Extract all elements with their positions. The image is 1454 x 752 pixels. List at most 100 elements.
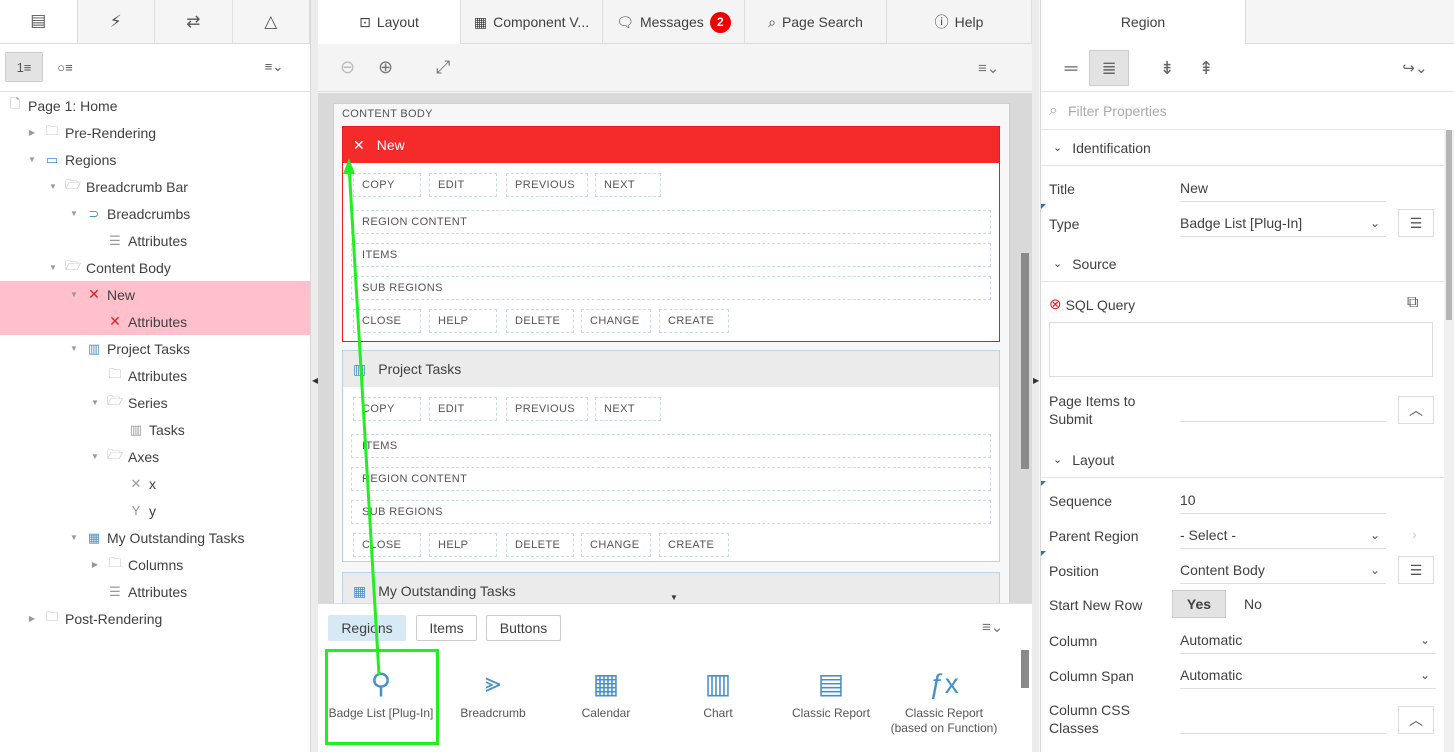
- gallery-item[interactable]: ▥ Chart: [663, 656, 773, 746]
- region-new[interactable]: ✕ New COPY EDIT PREVIOUS NEXT REGION CONTEN…: [342, 126, 1000, 342]
- filter-properties[interactable]: ⌕ Filter Properties: [1041, 92, 1445, 130]
- no-option[interactable]: No: [1226, 590, 1280, 618]
- caret-right-icon[interactable]: ▶: [27, 614, 37, 623]
- button-slot[interactable]: DELETE: [506, 533, 574, 557]
- tree-node[interactable]: ▥ Tasks: [0, 416, 310, 443]
- column-select[interactable]: Automatic ⌄: [1180, 626, 1436, 654]
- chevron-right-icon[interactable]: ›: [1412, 526, 1417, 542]
- button-slot[interactable]: EDIT: [429, 173, 497, 197]
- tree-node[interactable]: ✕ Attributes: [0, 308, 310, 335]
- region-slot[interactable]: SUB REGIONS: [351, 276, 991, 300]
- expand-all-button[interactable]: ⇞: [1186, 50, 1226, 86]
- button-slot[interactable]: CLOSE: [353, 533, 421, 557]
- button-slot[interactable]: CHANGE: [581, 309, 651, 333]
- tree-node[interactable]: ☰ Attributes: [0, 227, 310, 254]
- button-slot[interactable]: PREVIOUS: [506, 173, 588, 197]
- tree-node[interactable]: ▼ 🗁 Content Body: [0, 254, 310, 281]
- sql-query-textarea[interactable]: [1049, 322, 1433, 377]
- tree-node[interactable]: ▶ 🗀 Columns: [0, 551, 310, 578]
- property-scrollbar[interactable]: [1444, 130, 1454, 752]
- layout-menu-icon[interactable]: ≡⌄: [978, 59, 999, 77]
- tree-menu-button[interactable]: ≡⌄: [254, 52, 294, 82]
- column-span-select[interactable]: Automatic ⌄: [1180, 661, 1436, 689]
- shared-components-tab[interactable]: △: [233, 0, 310, 43]
- region-project-tasks[interactable]: ▥ Project Tasks COPY EDIT PREVIOUS NEXT ITE…: [342, 350, 1000, 562]
- tree-node[interactable]: ▼ 🗁 Breadcrumb Bar: [0, 173, 310, 200]
- collapse-all-button[interactable]: ⇟: [1147, 50, 1187, 86]
- gallery-tab-items[interactable]: Items: [416, 615, 477, 641]
- sequence-field[interactable]: 10: [1180, 486, 1386, 514]
- gallery-scrollbar[interactable]: [1021, 650, 1029, 688]
- section-layout[interactable]: ⌄ Layout: [1041, 442, 1445, 478]
- tree-node[interactable]: Yy: [0, 497, 310, 524]
- tab-help[interactable]: ⓘ Help: [887, 0, 1032, 44]
- processing-tab[interactable]: ⇄: [155, 0, 233, 43]
- right-splitter[interactable]: ▶: [1032, 0, 1039, 752]
- button-slot[interactable]: CHANGE: [581, 533, 651, 557]
- gallery-item[interactable]: ▤ Classic Report: [776, 656, 886, 746]
- tree-node[interactable]: ▼ ✕ New: [0, 281, 310, 308]
- tree-node[interactable]: 🗋 Page 1: Home: [0, 92, 310, 119]
- tab-layout[interactable]: ⊡ Layout: [318, 0, 461, 44]
- caret-down-icon[interactable]: ▼: [90, 452, 100, 461]
- group-by-processing-button[interactable]: ○≡: [46, 52, 84, 82]
- tree-node[interactable]: ▶ 🗀 Post-Rendering: [0, 605, 310, 632]
- filter-properties-input[interactable]: Filter Properties: [1068, 103, 1167, 119]
- caret-down-icon[interactable]: ▼: [27, 155, 37, 164]
- tree-node[interactable]: ▼ ▥ Project Tasks: [0, 335, 310, 362]
- column-css-picker-button[interactable]: ︿: [1398, 706, 1434, 734]
- button-slot[interactable]: PREVIOUS: [506, 397, 588, 421]
- title-field[interactable]: New: [1180, 174, 1386, 202]
- tree-node[interactable]: ▼ 🗁 Series: [0, 389, 310, 416]
- group-by-component-button[interactable]: 1≡: [5, 52, 43, 82]
- caret-down-icon[interactable]: ▼: [69, 344, 79, 353]
- tree-node[interactable]: ▼ 🗁 Axes: [0, 443, 310, 470]
- button-slot[interactable]: DELETE: [506, 309, 574, 333]
- caret-down-icon[interactable]: ▼: [90, 398, 100, 407]
- gallery-tab-regions[interactable]: Regions: [328, 615, 406, 641]
- gallery-menu-icon[interactable]: ≡⌄: [982, 618, 1003, 636]
- button-slot[interactable]: CLOSE: [353, 309, 421, 333]
- button-slot[interactable]: HELP: [429, 309, 497, 333]
- property-scrollbar-thumb[interactable]: [1446, 130, 1452, 320]
- caret-down-icon[interactable]: ▼: [69, 290, 79, 299]
- zoom-in-icon[interactable]: ⊕: [378, 57, 393, 78]
- page-items-picker-button[interactable]: ︿: [1398, 396, 1434, 424]
- resize-down-icon[interactable]: ▼: [670, 593, 678, 602]
- button-slot[interactable]: COPY: [353, 173, 421, 197]
- gallery-item[interactable]: ▦ Calendar: [551, 656, 661, 746]
- button-slot[interactable]: NEXT: [595, 397, 661, 421]
- button-slot[interactable]: CREATE: [659, 533, 729, 557]
- zoom-out-icon[interactable]: ⊖: [340, 57, 355, 78]
- caret-right-icon[interactable]: ▶: [27, 128, 37, 137]
- tab-messages[interactable]: 🗨 Messages 2: [603, 0, 745, 44]
- canvas-scrollbar[interactable]: [1021, 253, 1029, 469]
- button-slot[interactable]: CREATE: [659, 309, 729, 333]
- code-editor-icon[interactable]: ⧉: [1407, 294, 1418, 312]
- tree-node[interactable]: ▶ 🗀 Pre-Rendering: [0, 119, 310, 146]
- caret-right-icon[interactable]: ▶: [90, 560, 100, 569]
- tab-page-search[interactable]: ⌕ Page Search: [745, 0, 887, 44]
- button-slot[interactable]: HELP: [429, 533, 497, 557]
- region-slot[interactable]: ITEMS: [351, 434, 991, 458]
- caret-down-icon[interactable]: ▼: [48, 182, 58, 191]
- tree-node[interactable]: ▼ ▭ Regions: [0, 146, 310, 173]
- caret-down-icon[interactable]: ▼: [69, 533, 79, 542]
- dynamic-actions-tab[interactable]: ⚡: [78, 0, 155, 43]
- tab-component-view[interactable]: ▦ Component V...: [461, 0, 603, 44]
- gallery-tab-buttons[interactable]: Buttons: [486, 615, 561, 641]
- gallery-item[interactable]: ⪢ Breadcrumb: [438, 656, 548, 746]
- button-slot[interactable]: NEXT: [595, 173, 661, 197]
- expand-icon[interactable]: ⤢: [436, 57, 450, 78]
- gallery-item[interactable]: ƒx Classic Report (based on Function): [889, 656, 999, 746]
- region-new-header[interactable]: ✕ New: [343, 127, 999, 163]
- rendering-tab[interactable]: ▤: [0, 0, 78, 43]
- region-slot[interactable]: SUB REGIONS: [351, 500, 991, 524]
- column-css-classes-field[interactable]: [1180, 706, 1386, 734]
- show-all-button[interactable]: ≣: [1089, 50, 1129, 86]
- parent-region-select[interactable]: - Select - ⌄: [1180, 521, 1386, 549]
- left-splitter[interactable]: ◀: [311, 0, 318, 752]
- type-list-button[interactable]: ☰: [1398, 209, 1434, 237]
- button-slot[interactable]: COPY: [353, 397, 421, 421]
- region-slot[interactable]: REGION CONTENT: [351, 467, 991, 491]
